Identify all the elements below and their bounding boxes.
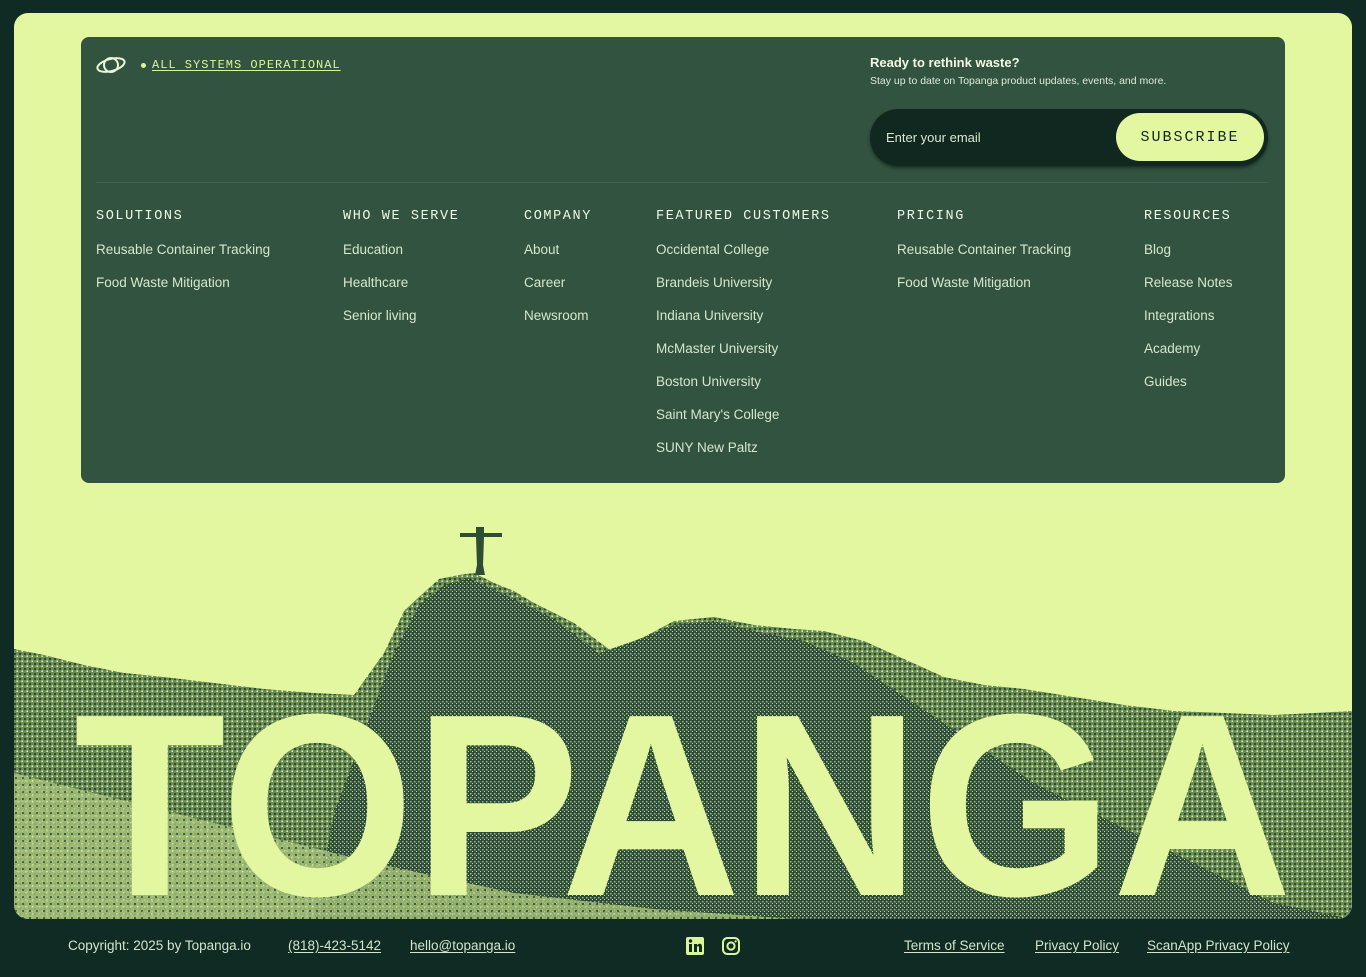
status-dot-icon [141, 62, 146, 68]
nav-link[interactable]: About [524, 242, 592, 275]
column-heading: WHO WE SERVE [343, 209, 460, 224]
nav-link[interactable]: Food Waste Mitigation [897, 275, 1071, 308]
nav-link[interactable]: Academy [1144, 341, 1233, 374]
linkedin-icon[interactable] [685, 936, 705, 956]
column-heading: RESOURCES [1144, 209, 1232, 224]
nav-link[interactable]: Blog [1144, 242, 1233, 275]
nav-link[interactable]: McMaster University [656, 341, 831, 374]
privacy-link[interactable]: Privacy Policy [1035, 938, 1119, 953]
system-status[interactable]: ALL SYSTEMS OPERATIONAL [141, 58, 341, 72]
bottom-bar: Copyright: 2025 by Topanga.io (818)-423-… [0, 919, 1366, 977]
nav-link[interactable]: Saint Mary's College [656, 407, 831, 440]
column-heading: COMPANY [524, 209, 592, 224]
topanga-logo-icon[interactable] [95, 52, 127, 78]
newsletter-title: Ready to rethink waste? [870, 55, 1020, 70]
email-form: SUBSCRIBE [870, 109, 1268, 166]
nav-link[interactable]: SUNY New Paltz [656, 440, 831, 473]
terms-link[interactable]: Terms of Service [904, 938, 1005, 953]
nav-link[interactable]: Integrations [1144, 308, 1233, 341]
scanapp-privacy-link[interactable]: ScanApp Privacy Policy [1147, 938, 1290, 953]
email-input[interactable] [886, 127, 1096, 147]
nav-link[interactable]: Healthcare [343, 275, 459, 308]
column-heading: SOLUTIONS [96, 209, 184, 224]
footer-panel: ALL SYSTEMS OPERATIONAL Ready to rethink… [81, 37, 1285, 483]
nav-link[interactable]: Education [343, 242, 459, 275]
newsletter-subtitle: Stay up to date on Topanga product updat… [870, 75, 1167, 87]
nav-link[interactable]: Brandeis University [656, 275, 831, 308]
nav-link[interactable]: Indiana University [656, 308, 831, 341]
nav-column-who-we-serve: WHO WE SERVE Education Healthcare Senior… [343, 209, 459, 341]
wordmark-text: TOPANGA [74, 661, 1292, 919]
status-link[interactable]: ALL SYSTEMS OPERATIONAL [152, 58, 341, 72]
phone-link[interactable]: (818)-423-5142 [288, 938, 381, 953]
copyright-text: Copyright: 2025 by Topanga.io [68, 938, 251, 953]
nav-column-company: COMPANY About Career Newsroom [524, 209, 592, 341]
subscribe-button[interactable]: SUBSCRIBE [1116, 113, 1264, 161]
nav-link[interactable]: Boston University [656, 374, 831, 407]
nav-link[interactable]: Newsroom [524, 308, 592, 341]
column-heading: FEATURED CUSTOMERS [656, 209, 831, 224]
nav-link[interactable]: Senior living [343, 308, 459, 341]
newsletter: Ready to rethink waste? Stay up to date … [870, 55, 1270, 87]
nav-column-pricing: PRICING Reusable Container Tracking Food… [897, 209, 1071, 308]
nav-link[interactable]: Occidental College [656, 242, 831, 275]
nav-link[interactable]: Food Waste Mitigation [96, 275, 270, 308]
nav-column-featured-customers: FEATURED CUSTOMERS Occidental College Br… [656, 209, 831, 473]
nav-link[interactable]: Release Notes [1144, 275, 1233, 308]
nav-column-resources: RESOURCES Blog Release Notes Integration… [1144, 209, 1233, 407]
email-link[interactable]: hello@topanga.io [410, 938, 515, 953]
instagram-icon[interactable] [721, 936, 741, 956]
nav-link[interactable]: Guides [1144, 374, 1233, 407]
nav-link[interactable]: Reusable Container Tracking [96, 242, 270, 275]
column-heading: PRICING [897, 209, 965, 224]
footer-card: TOPANGA ALL SYSTEMS OPERATIONAL Ready to… [14, 13, 1352, 919]
nav-link[interactable]: Reusable Container Tracking [897, 242, 1071, 275]
nav-column-solutions: SOLUTIONS Reusable Container Tracking Fo… [96, 209, 270, 308]
nav-link[interactable]: Career [524, 275, 592, 308]
divider [96, 182, 1268, 183]
